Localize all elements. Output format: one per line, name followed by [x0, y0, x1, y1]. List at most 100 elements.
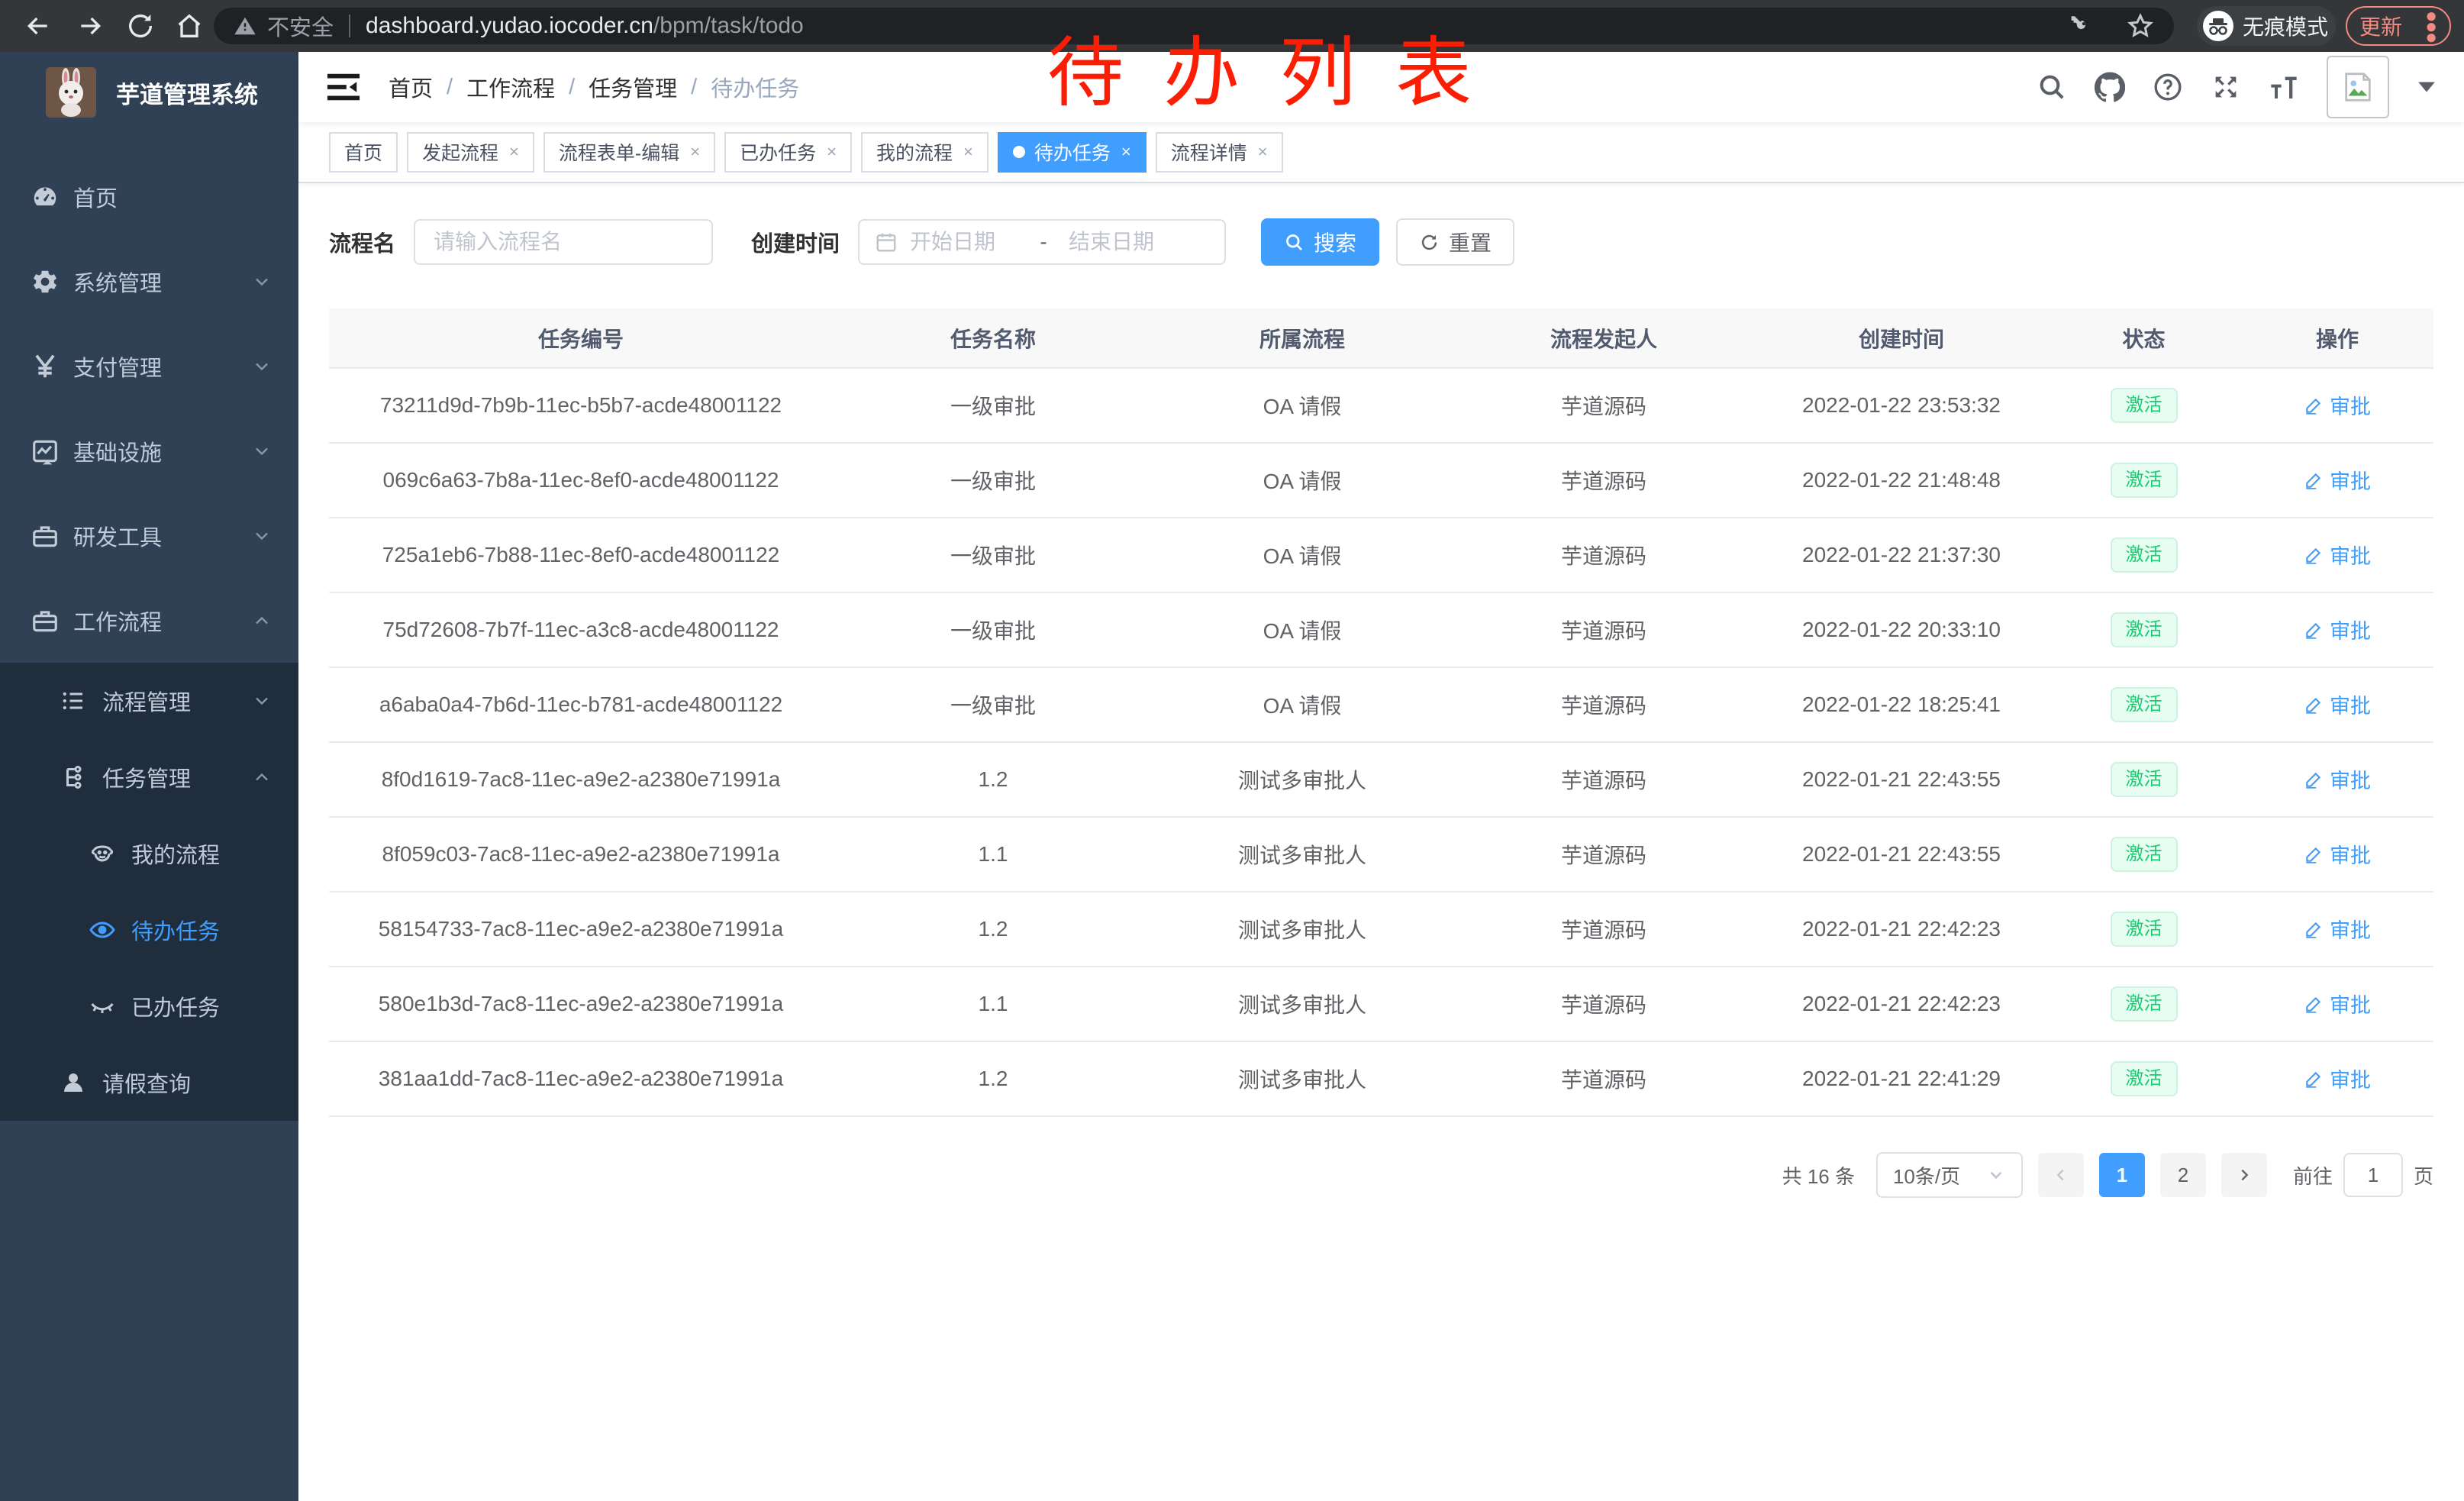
status-cell: 激活 — [2046, 667, 2241, 742]
github-icon[interactable] — [2095, 72, 2125, 102]
col-actions: 操作 — [2241, 308, 2433, 368]
fullscreen-icon[interactable] — [2211, 72, 2241, 102]
tab-home[interactable]: 首页 — [329, 132, 398, 173]
tab-start-process[interactable]: 发起流程× — [407, 132, 534, 173]
breadcrumb-separator: / — [569, 75, 575, 100]
tab-form-edit[interactable]: 流程表单-编辑× — [543, 132, 715, 173]
starter-cell: 芋道源码 — [1451, 967, 1756, 1041]
action-cell: 审批 — [2241, 967, 2433, 1041]
tab-done-task[interactable]: 已办任务× — [724, 132, 852, 173]
task-name-cell: 1.2 — [833, 742, 1153, 817]
close-icon[interactable]: × — [509, 142, 519, 162]
start-date-input[interactable] — [910, 230, 1030, 254]
task-id-cell: 381aa1dd-7ac8-11ec-a9e2-a2380e71991a — [329, 1041, 833, 1116]
password-key-icon[interactable] — [2067, 13, 2093, 39]
sidebar-item-task-mgmt[interactable]: 任务管理 — [0, 739, 298, 815]
tab-process-detail[interactable]: 流程详情× — [1156, 132, 1283, 173]
approve-link[interactable]: 审批 — [2304, 989, 2371, 1018]
sidebar-item-devtools[interactable]: 研发工具 — [0, 493, 298, 578]
sidebar-item-workflow[interactable]: 工作流程 — [0, 578, 298, 663]
create-time-cell: 2022-01-21 22:43:55 — [1756, 742, 2046, 817]
close-icon[interactable]: × — [1258, 142, 1268, 162]
goto-page-input[interactable] — [2343, 1153, 2403, 1197]
toolbox-icon — [31, 521, 60, 550]
search-button[interactable]: 搜索 — [1261, 218, 1379, 266]
starter-cell: 芋道源码 — [1451, 1041, 1756, 1116]
home-icon[interactable] — [174, 11, 205, 41]
create-time-label: 创建时间 — [751, 226, 840, 258]
approve-link[interactable]: 审批 — [2304, 839, 2371, 869]
forward-icon[interactable] — [75, 11, 105, 41]
approve-link[interactable]: 审批 — [2304, 540, 2371, 570]
task-id-cell: 8f059c03-7ac8-11ec-a9e2-a2380e71991a — [329, 817, 833, 892]
back-icon[interactable] — [23, 11, 53, 41]
sidebar-item-todo-task[interactable]: 待办任务 — [0, 892, 298, 968]
reload-icon[interactable] — [125, 11, 156, 41]
approve-link[interactable]: 审批 — [2304, 615, 2371, 644]
status-badge: 激活 — [2111, 762, 2178, 797]
security-label[interactable]: 不安全 — [267, 10, 334, 42]
sidebar-item-infra[interactable]: 基础设施 — [0, 408, 298, 493]
approve-link[interactable]: 审批 — [2304, 390, 2371, 420]
chevron-down-icon — [1986, 1165, 2006, 1185]
help-icon[interactable] — [2153, 72, 2183, 102]
sidebar-item-my-process[interactable]: 我的流程 — [0, 815, 298, 892]
logo-row[interactable]: 芋道管理系统 — [0, 52, 298, 133]
todo-task-table: 任务编号 任务名称 所属流程 流程发起人 创建时间 状态 操作 73211d9d… — [329, 308, 2433, 1117]
reset-button[interactable]: 重置 — [1396, 218, 1514, 266]
approve-link[interactable]: 审批 — [2304, 764, 2371, 794]
create-time-cell: 2022-01-22 23:53:32 — [1756, 368, 2046, 443]
url-bar[interactable]: 不安全 dashboard.yudao.iocoder.cn/bpm/task/… — [214, 8, 2174, 44]
col-starter: 流程发起人 — [1451, 308, 1756, 368]
approve-link[interactable]: 审批 — [2304, 914, 2371, 944]
sidebar-item-process-mgmt[interactable]: 流程管理 — [0, 663, 298, 739]
process-cell: OA 请假 — [1153, 518, 1451, 592]
tab-my-process[interactable]: 我的流程× — [861, 132, 989, 173]
table-row: 58154733-7ac8-11ec-a9e2-a2380e71991a 1.2… — [329, 892, 2433, 967]
sidebar-item-done-task[interactable]: 已办任务 — [0, 968, 298, 1044]
approve-link[interactable]: 审批 — [2304, 1064, 2371, 1093]
edit-pencil-icon — [2304, 545, 2324, 565]
sidebar-item-pay[interactable]: 支付管理 — [0, 324, 298, 408]
caret-down-icon[interactable] — [2417, 79, 2437, 95]
sidebar-item-leave-query[interactable]: 请假查询 — [0, 1044, 298, 1121]
page-button-2[interactable]: 2 — [2160, 1153, 2206, 1197]
org-tree-icon — [60, 763, 87, 791]
sidebar-item-system[interactable]: 系统管理 — [0, 239, 298, 324]
edit-pencil-icon — [2304, 620, 2324, 640]
page-button-1[interactable]: 1 — [2099, 1153, 2145, 1197]
page-size-select[interactable]: 10条/页 — [1876, 1152, 2023, 1198]
people-icon — [89, 840, 116, 867]
gear-icon — [31, 267, 60, 296]
prev-page-button[interactable] — [2038, 1153, 2084, 1197]
next-page-button[interactable] — [2221, 1153, 2267, 1197]
avatar-broken-image[interactable] — [2327, 56, 2389, 118]
process-name-input[interactable] — [414, 219, 713, 265]
tab-todo-task[interactable]: 待办任务× — [998, 132, 1147, 173]
breadcrumb-home[interactable]: 首页 — [389, 71, 433, 103]
end-date-input[interactable] — [1069, 230, 1189, 254]
bookmark-star-icon[interactable] — [2127, 12, 2154, 40]
close-icon[interactable]: × — [827, 142, 837, 162]
hamburger-icon[interactable] — [326, 72, 361, 102]
sidebar-item-home[interactable]: 首页 — [0, 154, 298, 239]
table-row: 8f0d1619-7ac8-11ec-a9e2-a2380e71991a 1.2… — [329, 742, 2433, 817]
breadcrumb-task-mgmt[interactable]: 任务管理 — [589, 71, 677, 103]
approve-link[interactable]: 审批 — [2304, 689, 2371, 719]
starter-cell: 芋道源码 — [1451, 817, 1756, 892]
close-icon[interactable]: × — [963, 142, 973, 162]
update-label: 更新 — [2359, 11, 2402, 41]
status-badge: 激活 — [2111, 388, 2178, 423]
update-button[interactable]: 更新 ●●● — [2346, 6, 2451, 46]
task-name-cell: 1.2 — [833, 1041, 1153, 1116]
close-icon[interactable]: × — [690, 142, 700, 162]
date-range-picker[interactable]: - — [858, 219, 1226, 265]
search-icon[interactable] — [2037, 72, 2067, 102]
approve-link[interactable]: 审批 — [2304, 465, 2371, 495]
breadcrumb-workflow[interactable]: 工作流程 — [466, 71, 555, 103]
close-icon[interactable]: × — [1121, 142, 1131, 162]
text-size-icon[interactable] — [2269, 72, 2299, 102]
task-name-cell: 一级审批 — [833, 592, 1153, 667]
status-cell: 激活 — [2046, 592, 2241, 667]
kebab-menu-icon[interactable]: ●●● — [2425, 10, 2437, 42]
